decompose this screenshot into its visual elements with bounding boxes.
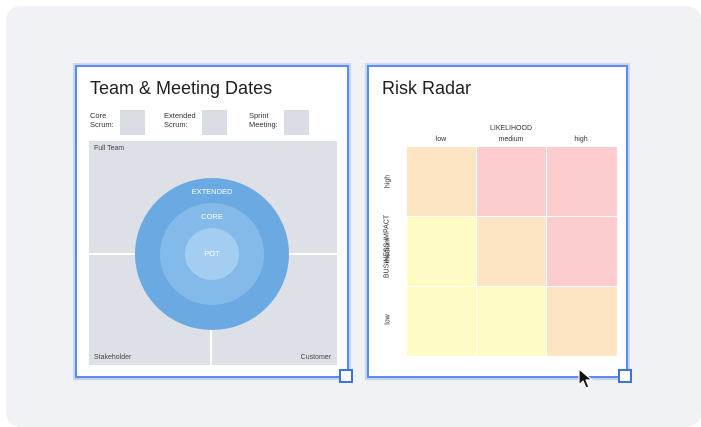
resize-handle-icon[interactable] <box>339 369 353 383</box>
team-meeting-dates-card[interactable]: Team & Meeting Dates Core Scrum: Extende… <box>75 65 349 378</box>
likelihood-low-label: low <box>435 136 447 143</box>
customer-label: Customer <box>300 354 331 361</box>
risk-matrix[interactable] <box>407 147 617 356</box>
divider-right <box>287 253 337 255</box>
risk-cell-high-impact-high-likelihood[interactable] <box>547 147 617 216</box>
risk-cell-low-impact-high-likelihood[interactable] <box>547 287 617 356</box>
sprint-meeting-label: Sprint Meeting: <box>249 111 278 129</box>
risk-cell-high-impact-medium-likelihood[interactable] <box>477 147 546 216</box>
mouse-pointer-icon <box>578 368 593 389</box>
stakeholder-label: Stakeholder <box>94 354 132 361</box>
core-scrum-date-box[interactable] <box>120 110 145 135</box>
extended-scrum-date-box[interactable] <box>202 110 227 135</box>
risk-cell-medium-impact-high-likelihood[interactable] <box>547 217 617 286</box>
likelihood-high-label: high <box>574 136 588 143</box>
pot-label: POT <box>204 249 220 258</box>
risk-cell-low-impact-low-likelihood[interactable] <box>407 287 476 356</box>
pot-ring[interactable]: POT <box>185 228 239 280</box>
risk-cell-medium-impact-medium-likelihood[interactable] <box>477 217 546 286</box>
risk-cell-medium-impact-low-likelihood[interactable] <box>407 217 476 286</box>
impact-medium-label: medium <box>384 238 392 263</box>
card-title: Risk Radar <box>382 78 472 98</box>
risk-cell-high-impact-low-likelihood[interactable] <box>407 147 476 216</box>
team-board[interactable]: Full Team Stakeholder Customer EXTENDED … <box>89 141 337 365</box>
impact-low-label: low <box>384 314 392 325</box>
divider-left <box>89 253 139 255</box>
likelihood-axis-title: LIKELIHOOD <box>489 125 532 132</box>
extended-scrum-label: Extended Scrum: <box>164 111 196 129</box>
likelihood-medium-label: medium <box>498 136 524 143</box>
sprint-meeting-date-box[interactable] <box>284 110 309 135</box>
resize-handle-icon[interactable] <box>618 369 632 383</box>
card-title: Team & Meeting Dates <box>90 78 273 98</box>
impact-high-label: high <box>384 174 392 189</box>
extended-label: EXTENDED <box>191 187 233 196</box>
core-label: CORE <box>201 212 223 221</box>
risk-radar-card[interactable]: Risk Radar LIKELIHOOD low medium high BU… <box>367 65 628 378</box>
risk-cell-low-impact-medium-likelihood[interactable] <box>477 287 546 356</box>
full-team-label: Full Team <box>94 145 125 152</box>
core-scrum-label: Core Scrum: <box>90 111 114 129</box>
